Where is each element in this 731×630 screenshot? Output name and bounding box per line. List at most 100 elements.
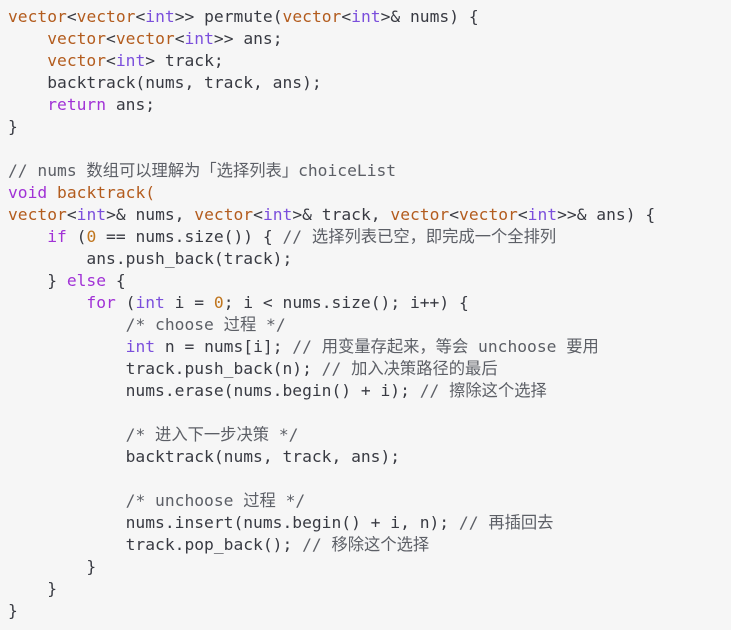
- code-line: ans.push_back(track);: [8, 248, 731, 270]
- code-token: int: [351, 7, 381, 26]
- code-token: int: [262, 205, 293, 224]
- code-token: vector: [459, 205, 518, 224]
- code-line: vector<int> track;: [8, 50, 731, 72]
- code-token: }: [8, 601, 18, 620]
- code-token: if: [47, 227, 67, 246]
- code-token: track.pop_back();: [8, 535, 303, 554]
- code-token: // 擦除这个选择: [419, 381, 547, 400]
- code-token: <: [517, 205, 528, 224]
- code-token: void: [8, 183, 48, 202]
- code-line: vector<int>& nums, vector<int>& track, v…: [8, 204, 731, 226]
- code-token: >>& ans) {: [557, 205, 656, 224]
- code-token: <: [449, 205, 460, 224]
- code-line: /* 进入下一步决策 */: [8, 424, 731, 446]
- code-line: track.push_back(n); // 加入决策路径的最后: [8, 358, 731, 380]
- code-line: } else {: [8, 270, 731, 292]
- code-token: n = nums[i];: [155, 337, 293, 356]
- code-token: /* 进入下一步决策 */: [125, 425, 299, 444]
- code-line: backtrack(nums, track, ans);: [8, 446, 731, 468]
- code-line: vector<vector<int>> ans;: [8, 28, 731, 50]
- code-token: int: [184, 29, 214, 48]
- code-token: <: [253, 205, 263, 224]
- code-token: >& nums) {: [380, 7, 479, 26]
- code-token: <: [66, 205, 77, 224]
- code-token: >& nums,: [106, 205, 195, 224]
- code-token: (: [66, 227, 87, 246]
- code-line: nums.insert(nums.begin() + i, n); // 再插回…: [8, 512, 731, 534]
- code-line: void backtrack(: [8, 182, 731, 204]
- code-token: // nums 数组可以理解为「选择列表」choiceList: [8, 161, 397, 180]
- code-token: i =: [164, 293, 214, 312]
- code-token: >> ans;: [213, 29, 283, 48]
- code-token: }: [8, 271, 67, 290]
- code-token: backtrack(nums, track, ans);: [8, 73, 322, 92]
- code-token: == nums.size()) {: [96, 227, 283, 246]
- code-block: vector<vector<int>> permute(vector<int>&…: [0, 0, 731, 630]
- code-token: <: [106, 29, 116, 48]
- code-token: nums.erase(nums.begin() + i);: [8, 381, 420, 400]
- code-token: vector: [282, 7, 342, 26]
- code-token: int: [527, 205, 558, 224]
- code-line: }: [8, 116, 731, 138]
- code-token: return: [47, 95, 107, 114]
- code-line: int n = nums[i]; // 用变量存起来，等会 unchoose 要…: [8, 336, 731, 358]
- code-line: ​: [8, 402, 731, 424]
- code-token: <: [174, 29, 185, 48]
- code-token: int: [135, 293, 165, 312]
- code-line: }: [8, 556, 731, 578]
- code-token: /* unchoose 过程 */: [125, 491, 306, 510]
- code-token: // 再插回去: [458, 513, 554, 532]
- code-line: vector<vector<int>> permute(vector<int>&…: [8, 6, 731, 28]
- code-line: }: [8, 600, 731, 622]
- code-token: 0: [213, 293, 224, 312]
- code-line: for (int i = 0; i < nums.size(); i++) {: [8, 292, 731, 314]
- code-token: int: [76, 205, 107, 224]
- code-token: // 加入决策路径的最后: [321, 359, 498, 378]
- code-line: /* choose 过程 */: [8, 314, 731, 336]
- code-token: vector: [8, 7, 67, 26]
- code-token: int: [145, 7, 175, 26]
- code-line: }: [8, 578, 731, 600]
- code-token: vector: [115, 29, 175, 48]
- code-token: vector: [390, 205, 450, 224]
- code-token: (: [115, 293, 136, 312]
- code-token: }: [8, 117, 18, 136]
- code-token: int: [125, 337, 156, 356]
- code-token: 0: [86, 227, 97, 246]
- code-token: vector: [8, 205, 67, 224]
- code-token: > track;: [145, 51, 224, 70]
- code-line: return ans;: [8, 94, 731, 116]
- code-token: else: [66, 271, 107, 290]
- code-token: }: [8, 579, 58, 598]
- code-token: <: [106, 51, 116, 70]
- code-token: track.push_back(n);: [8, 359, 322, 378]
- code-line: nums.erase(nums.begin() + i); // 擦除这个选择: [8, 380, 731, 402]
- code-token: int: [115, 51, 146, 70]
- code-token: ; i < nums.size(); i++) {: [223, 293, 469, 312]
- code-token: ans;: [106, 95, 156, 114]
- code-token: vector: [47, 29, 107, 48]
- code-token: vector: [47, 51, 107, 70]
- code-token: // 选择列表已空，即完成一个全排列: [282, 227, 557, 246]
- code-line: // nums 数组可以理解为「选择列表」choiceList: [8, 160, 731, 182]
- code-line: /* unchoose 过程 */: [8, 490, 731, 512]
- code-token: // 移除这个选择: [302, 535, 430, 554]
- code-token: <: [135, 7, 146, 26]
- code-token: <: [66, 7, 77, 26]
- code-token: {: [106, 271, 126, 290]
- code-line: backtrack(nums, track, ans);: [8, 72, 731, 94]
- code-line: ​: [8, 468, 731, 490]
- code-token: backtrack(: [57, 183, 156, 202]
- code-token: for: [86, 293, 116, 312]
- code-token: backtrack(nums, track, ans);: [8, 447, 401, 466]
- code-token: /* choose 过程 */: [125, 315, 286, 334]
- code-token: ans.push_back(track);: [8, 249, 293, 268]
- code-token: >> permute(: [174, 7, 283, 26]
- code-token: }: [8, 557, 97, 576]
